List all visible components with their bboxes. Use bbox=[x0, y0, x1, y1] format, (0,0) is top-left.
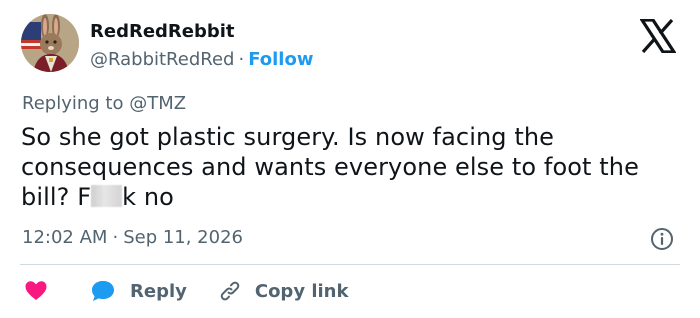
avatar[interactable] bbox=[21, 14, 79, 72]
speech-bubble-icon bbox=[92, 281, 114, 301]
tweet-text: So she got plastic surgery. Is now facin… bbox=[21, 122, 686, 212]
censored-word-blur bbox=[91, 185, 123, 207]
follow-button[interactable]: Follow bbox=[248, 49, 313, 70]
x-logo-icon[interactable] bbox=[640, 19, 676, 53]
copy-link-button[interactable]: Copy link bbox=[219, 280, 349, 302]
heart-icon bbox=[25, 281, 47, 300]
action-bar: Reply Copy link bbox=[24, 278, 348, 304]
separator: · bbox=[238, 49, 245, 70]
divider bbox=[20, 264, 680, 265]
tweet-time: 12:02 AM bbox=[22, 227, 108, 248]
handle[interactable]: @RabbitRedRed bbox=[90, 49, 234, 70]
meta-separator: · bbox=[112, 227, 119, 248]
tweet-timestamp[interactable]: 12:02 AM · Sep 11, 2026 bbox=[22, 227, 243, 248]
display-name[interactable]: RedRedRebbit bbox=[90, 20, 313, 44]
reply-button[interactable]: Reply bbox=[90, 279, 187, 303]
tweet-text-end: k no bbox=[122, 183, 174, 211]
author-block: RedRedRebbit @RabbitRedRed · Follow bbox=[90, 20, 313, 72]
like-button[interactable] bbox=[24, 279, 48, 303]
reply-context: Replying to @TMZ bbox=[22, 93, 186, 114]
tweet-date: Sep 11, 2026 bbox=[123, 227, 243, 248]
reply-prefix: Replying to bbox=[22, 93, 124, 114]
handle-row: @RabbitRedRed · Follow bbox=[90, 48, 313, 72]
reply-mention-link[interactable]: @TMZ bbox=[129, 93, 186, 114]
reply-label: Reply bbox=[130, 280, 187, 302]
copy-link-label: Copy link bbox=[254, 280, 349, 302]
link-icon bbox=[220, 281, 240, 301]
info-icon[interactable] bbox=[650, 227, 674, 251]
